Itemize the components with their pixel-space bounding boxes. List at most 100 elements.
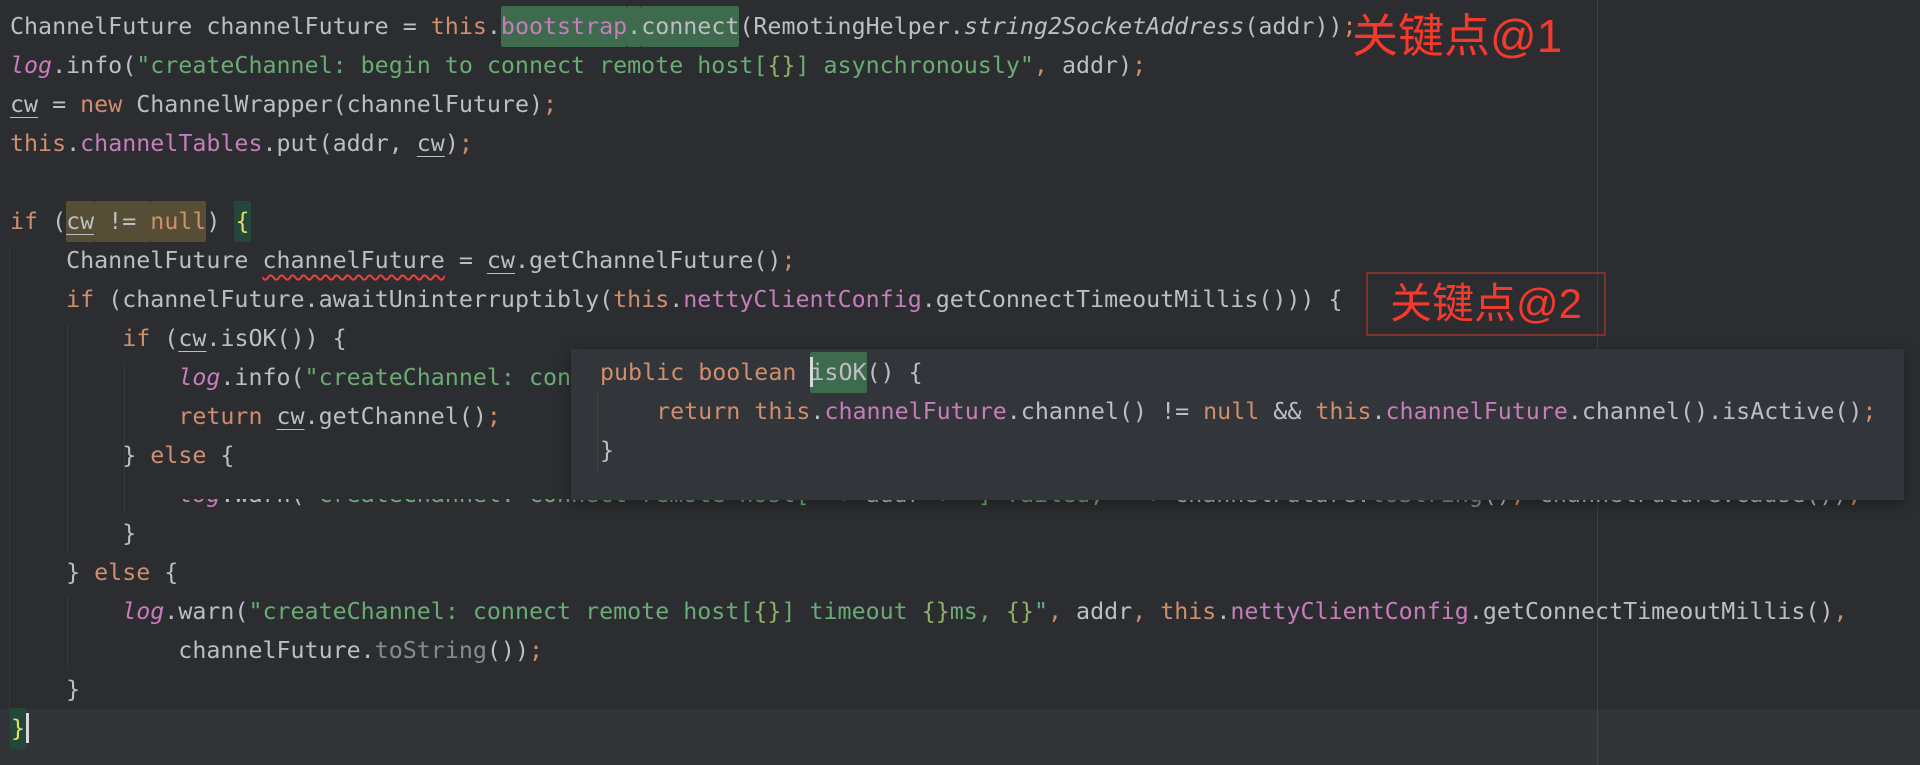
code-line[interactable]: } bbox=[571, 431, 1904, 470]
code-token: {} bbox=[767, 52, 795, 79]
code-line[interactable]: if (channelFuture.awaitUninterruptibly(t… bbox=[0, 280, 1920, 319]
code-token bbox=[10, 481, 178, 508]
code-token: . bbox=[627, 6, 641, 47]
definition-popup[interactable]: public boolean isOK() { return this.chan… bbox=[571, 349, 1904, 500]
code-token: nettyClientConfig bbox=[1230, 598, 1468, 625]
code-token: return bbox=[178, 403, 262, 430]
code-token: .getConnectTimeoutMillis())) { bbox=[922, 286, 1343, 313]
annotation-keypoint-1: 关键点@1 bbox=[1352, 8, 1562, 64]
code-token: this bbox=[1160, 598, 1216, 625]
code-token: != bbox=[94, 201, 150, 242]
code-token bbox=[10, 598, 122, 625]
code-line[interactable]: log.warn("createChannel: connect remote … bbox=[0, 592, 1920, 631]
code-token: ; bbox=[1862, 398, 1876, 425]
code-token: channelFuture bbox=[1386, 398, 1568, 425]
code-token: else bbox=[94, 559, 150, 586]
code-token: ; bbox=[529, 637, 543, 664]
code-token: .channel() != bbox=[1007, 398, 1203, 425]
code-token: channelFuture bbox=[824, 398, 1006, 425]
code-token: { bbox=[150, 559, 178, 586]
code-token: .getConnectTimeoutMillis() bbox=[1469, 598, 1834, 625]
code-token: ChannelFuture channelFuture = bbox=[10, 13, 431, 40]
code-token: .warn( bbox=[220, 481, 304, 508]
code-line[interactable]: ChannelFuture channelFuture = this.boots… bbox=[0, 7, 1920, 46]
code-token: {} bbox=[922, 598, 950, 625]
code-token: } bbox=[600, 437, 614, 464]
code-token: log bbox=[178, 481, 220, 508]
code-token: "createChannel: con bbox=[305, 364, 572, 391]
code-line[interactable]: cw = new ChannelWrapper(channelFuture); bbox=[0, 85, 1920, 124]
code-line[interactable]: if (cw != null) { bbox=[0, 202, 1920, 241]
code-token: () { bbox=[867, 359, 923, 386]
code-token: log bbox=[10, 52, 52, 79]
code-token: cw bbox=[417, 130, 445, 157]
code-token: log bbox=[178, 364, 220, 391]
code-token: toString bbox=[375, 637, 487, 664]
popup-code-area: public boolean isOK() { return this.chan… bbox=[571, 353, 1904, 470]
code-token: = bbox=[445, 247, 487, 274]
code-line[interactable]: this.channelTables.put(addr, cw); bbox=[0, 124, 1920, 163]
code-token: if bbox=[10, 208, 38, 235]
code-token: cw bbox=[487, 247, 515, 274]
code-token: return bbox=[656, 398, 740, 425]
code-line[interactable]: } bbox=[0, 709, 1920, 765]
code-token: string2SocketAddress bbox=[964, 13, 1245, 40]
code-token: if bbox=[122, 325, 150, 352]
code-line[interactable]: public boolean isOK() { bbox=[571, 353, 1904, 392]
code-token: ; bbox=[781, 247, 795, 274]
code-token: ()) bbox=[487, 637, 529, 664]
code-line[interactable] bbox=[0, 163, 1920, 202]
code-token: .warn( bbox=[164, 598, 248, 625]
code-token: ChannelWrapper(channelFuture) bbox=[122, 91, 543, 118]
code-token: this bbox=[613, 286, 669, 313]
code-line[interactable]: log.info("createChannel: begin to connec… bbox=[0, 46, 1920, 85]
code-token: { bbox=[206, 442, 234, 469]
code-token: channelFuture bbox=[262, 247, 444, 274]
code-editor[interactable]: ChannelFuture channelFuture = this.boots… bbox=[0, 0, 1920, 765]
code-token: ; bbox=[487, 403, 501, 430]
code-token: .put(addr, bbox=[262, 130, 416, 157]
code-token: ChannelFuture bbox=[10, 247, 262, 274]
code-token bbox=[740, 398, 754, 425]
code-token: .isOK()) { bbox=[206, 325, 346, 352]
code-token: boolean bbox=[698, 359, 796, 386]
code-token bbox=[600, 398, 656, 425]
caret bbox=[26, 713, 29, 743]
code-token: . bbox=[1216, 598, 1230, 625]
code-token: = bbox=[38, 91, 80, 118]
code-token: && bbox=[1259, 398, 1315, 425]
code-token: this bbox=[10, 130, 66, 157]
code-line[interactable]: } bbox=[0, 514, 1920, 553]
code-token: . bbox=[1371, 398, 1385, 425]
annotation-keypoint-2-box: 关键点@2 bbox=[1366, 272, 1606, 336]
code-token bbox=[684, 359, 698, 386]
code-line[interactable]: channelFuture.toString()); bbox=[0, 631, 1920, 670]
code-token bbox=[10, 325, 122, 352]
code-token: ms, bbox=[950, 598, 1006, 625]
code-line[interactable]: } bbox=[0, 670, 1920, 709]
code-token: . bbox=[487, 13, 501, 40]
code-token: ( bbox=[150, 325, 178, 352]
code-token: . bbox=[810, 398, 824, 425]
code-line[interactable]: ChannelFuture channelFuture = cw.getChan… bbox=[0, 241, 1920, 280]
code-token: { bbox=[234, 201, 250, 242]
code-token: , bbox=[1132, 598, 1146, 625]
code-token: bootstrap bbox=[501, 6, 627, 47]
code-token: nettyClientConfig bbox=[683, 286, 921, 313]
code-token: log bbox=[122, 598, 164, 625]
code-token: } bbox=[10, 676, 80, 703]
code-token: "createChannel: begin to connect remote … bbox=[136, 52, 767, 79]
code-token: ; bbox=[459, 130, 473, 157]
code-token: . bbox=[669, 286, 683, 313]
code-line[interactable]: return this.channelFuture.channel() != n… bbox=[571, 392, 1904, 431]
code-token: . bbox=[66, 130, 80, 157]
code-token: "createChannel: connect remote host[ bbox=[248, 598, 753, 625]
code-token: } bbox=[10, 442, 150, 469]
code-token: .info( bbox=[52, 52, 136, 79]
code-token: cw bbox=[178, 325, 206, 352]
code-token: this bbox=[431, 13, 487, 40]
code-token: } bbox=[10, 559, 94, 586]
code-token: (channelFuture.awaitUninterruptibly( bbox=[94, 286, 613, 313]
code-line[interactable]: } else { bbox=[0, 553, 1920, 592]
code-token: channelTables bbox=[80, 130, 262, 157]
